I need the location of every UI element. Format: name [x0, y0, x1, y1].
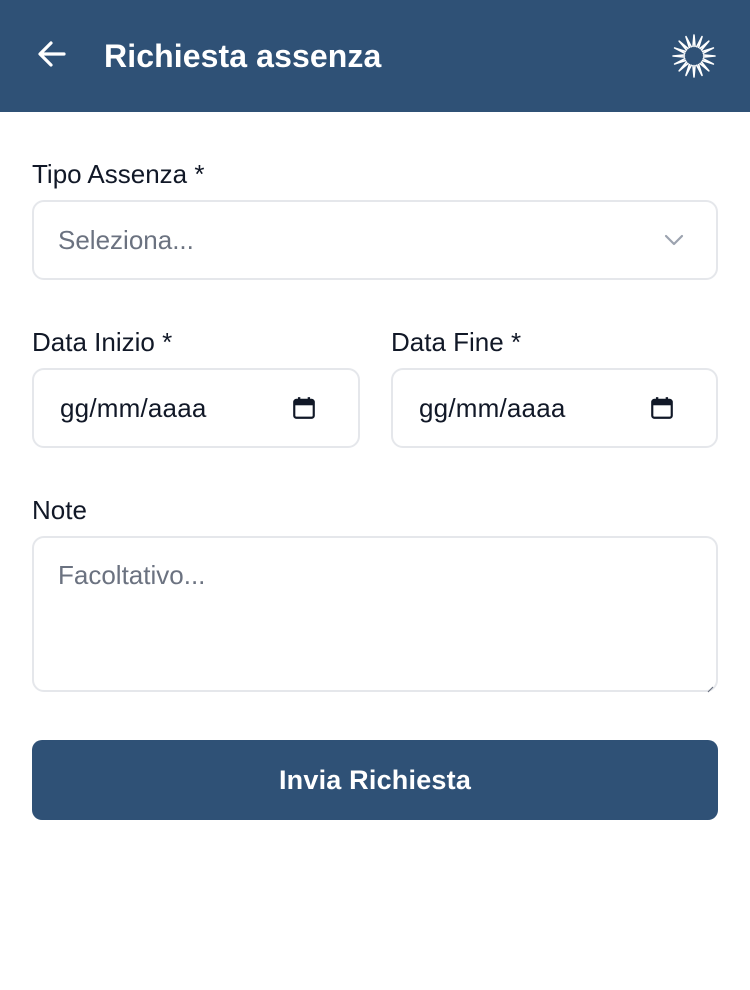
end-date-value: gg/mm/aaaa — [419, 392, 566, 423]
notes-textarea[interactable]: Facoltativo... — [32, 536, 718, 693]
notes-placeholder: Facoltativo... — [58, 560, 206, 590]
arrow-left-icon — [36, 38, 68, 75]
calendar-icon[interactable] — [648, 394, 676, 422]
submit-label: Invia Richiesta — [278, 764, 472, 795]
start-date-input[interactable]: gg/mm/aaaa — [32, 368, 360, 448]
notes-label: Note — [32, 495, 87, 525]
resize-handle-icon[interactable] — [706, 680, 714, 693]
end-date-label: Data Fine * — [391, 327, 522, 357]
start-date-value: gg/mm/aaaa — [60, 392, 207, 423]
start-date-label: Data Inizio * — [32, 327, 173, 357]
back-button[interactable] — [32, 36, 72, 76]
end-date-input[interactable]: gg/mm/aaaa — [391, 368, 718, 448]
chevron-down-icon — [660, 226, 688, 254]
calendar-icon[interactable] — [290, 394, 318, 422]
absence-type-placeholder: Seleziona... — [58, 224, 194, 255]
page-title: Richiesta assenza — [104, 38, 382, 74]
app-bar: Richiesta assenza — [0, 0, 750, 112]
absence-type-select[interactable]: Seleziona... — [32, 200, 718, 280]
absence-type-label: Tipo Assenza * — [32, 159, 205, 189]
starburst-logo-icon — [668, 32, 720, 80]
submit-button[interactable]: Invia Richiesta — [32, 740, 718, 820]
